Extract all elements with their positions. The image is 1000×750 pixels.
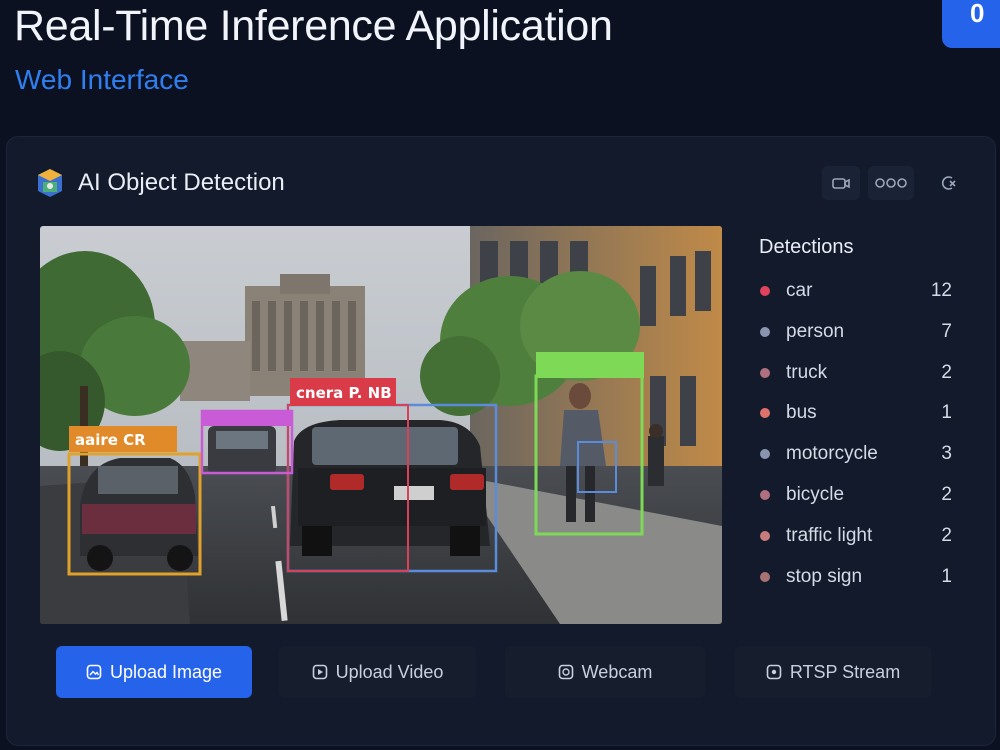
detection-row-truck[interactable]: truck 2 [760, 360, 952, 386]
webcam-label: Webcam [581, 661, 653, 682]
detection-count: 7 [941, 321, 952, 342]
detection-label: person [786, 321, 845, 342]
detection-label: bus [786, 402, 817, 423]
upload-image-label: Upload Image [109, 661, 223, 682]
app-title: Real-Time Inference Application [14, 2, 613, 50]
bbox-tag-car-main: cnera P. NB [296, 384, 392, 402]
app-logo-icon [36, 167, 64, 199]
detection-count: 1 [941, 402, 952, 423]
detection-dot [760, 490, 770, 500]
webcam-icon [558, 664, 573, 680]
detection-row-traffic-light[interactable]: traffic light 2 [760, 523, 952, 549]
camera-icon-button[interactable] [822, 166, 860, 200]
rtsp-stream-label: RTSP Stream [789, 661, 901, 682]
stream-icon [766, 664, 782, 680]
detection-row-car[interactable]: car 12 [760, 278, 952, 304]
street-scene-image: aaire CR cnera P. NB [40, 226, 722, 624]
detection-row-bicycle[interactable]: bicycle 2 [760, 482, 952, 508]
upload-image-button[interactable]: Upload Image [56, 646, 252, 698]
detection-dot [760, 449, 770, 459]
detection-label: car [786, 280, 813, 301]
detection-dot [760, 531, 770, 541]
detection-row-motorcycle[interactable]: motorcycle 3 [760, 441, 952, 467]
options-icon-button[interactable] [868, 166, 914, 200]
webcam-button[interactable]: Webcam [505, 646, 705, 698]
detection-label: truck [786, 362, 828, 383]
detection-dot [760, 286, 770, 296]
close-icon [941, 176, 956, 190]
image-icon [86, 664, 102, 680]
detection-label: motorcycle [786, 443, 878, 464]
detection-count: 2 [941, 484, 952, 505]
detection-viewport[interactable]: aaire CR cnera P. NB [40, 226, 722, 624]
close-icon-button[interactable] [932, 166, 966, 200]
detection-row-bus[interactable]: bus 1 [760, 400, 952, 426]
upload-video-button[interactable]: Upload Video [279, 646, 476, 698]
detection-count: 2 [941, 362, 952, 383]
corner-badge[interactable]: 0 [942, 0, 1000, 48]
detection-count: 3 [941, 443, 952, 464]
camera-icon [832, 178, 850, 189]
detection-row-stop-sign[interactable]: stop sign 1 [760, 564, 952, 590]
detection-label: bicycle [786, 484, 845, 505]
detection-count: 2 [941, 525, 952, 546]
video-icon [312, 664, 327, 680]
detection-dot [760, 368, 770, 378]
panel-title: AI Object Detection [78, 169, 285, 196]
detections-title: Detections [759, 236, 854, 258]
options-icon [875, 178, 907, 188]
detection-label: stop sign [786, 566, 863, 587]
bbox-tag-car-left: aaire CR [75, 431, 146, 449]
detection-dot [760, 327, 770, 337]
detection-count: 1 [941, 566, 952, 587]
upload-video-label: Upload Video [335, 661, 444, 682]
detection-dot [760, 408, 770, 418]
detection-label: traffic light [786, 525, 873, 546]
detection-dot [760, 572, 770, 582]
detection-count: 12 [930, 280, 952, 301]
app-subtitle: Web Interface [15, 64, 189, 95]
detection-row-person[interactable]: person 7 [760, 319, 952, 345]
rtsp-stream-button[interactable]: RTSP Stream [735, 646, 931, 698]
